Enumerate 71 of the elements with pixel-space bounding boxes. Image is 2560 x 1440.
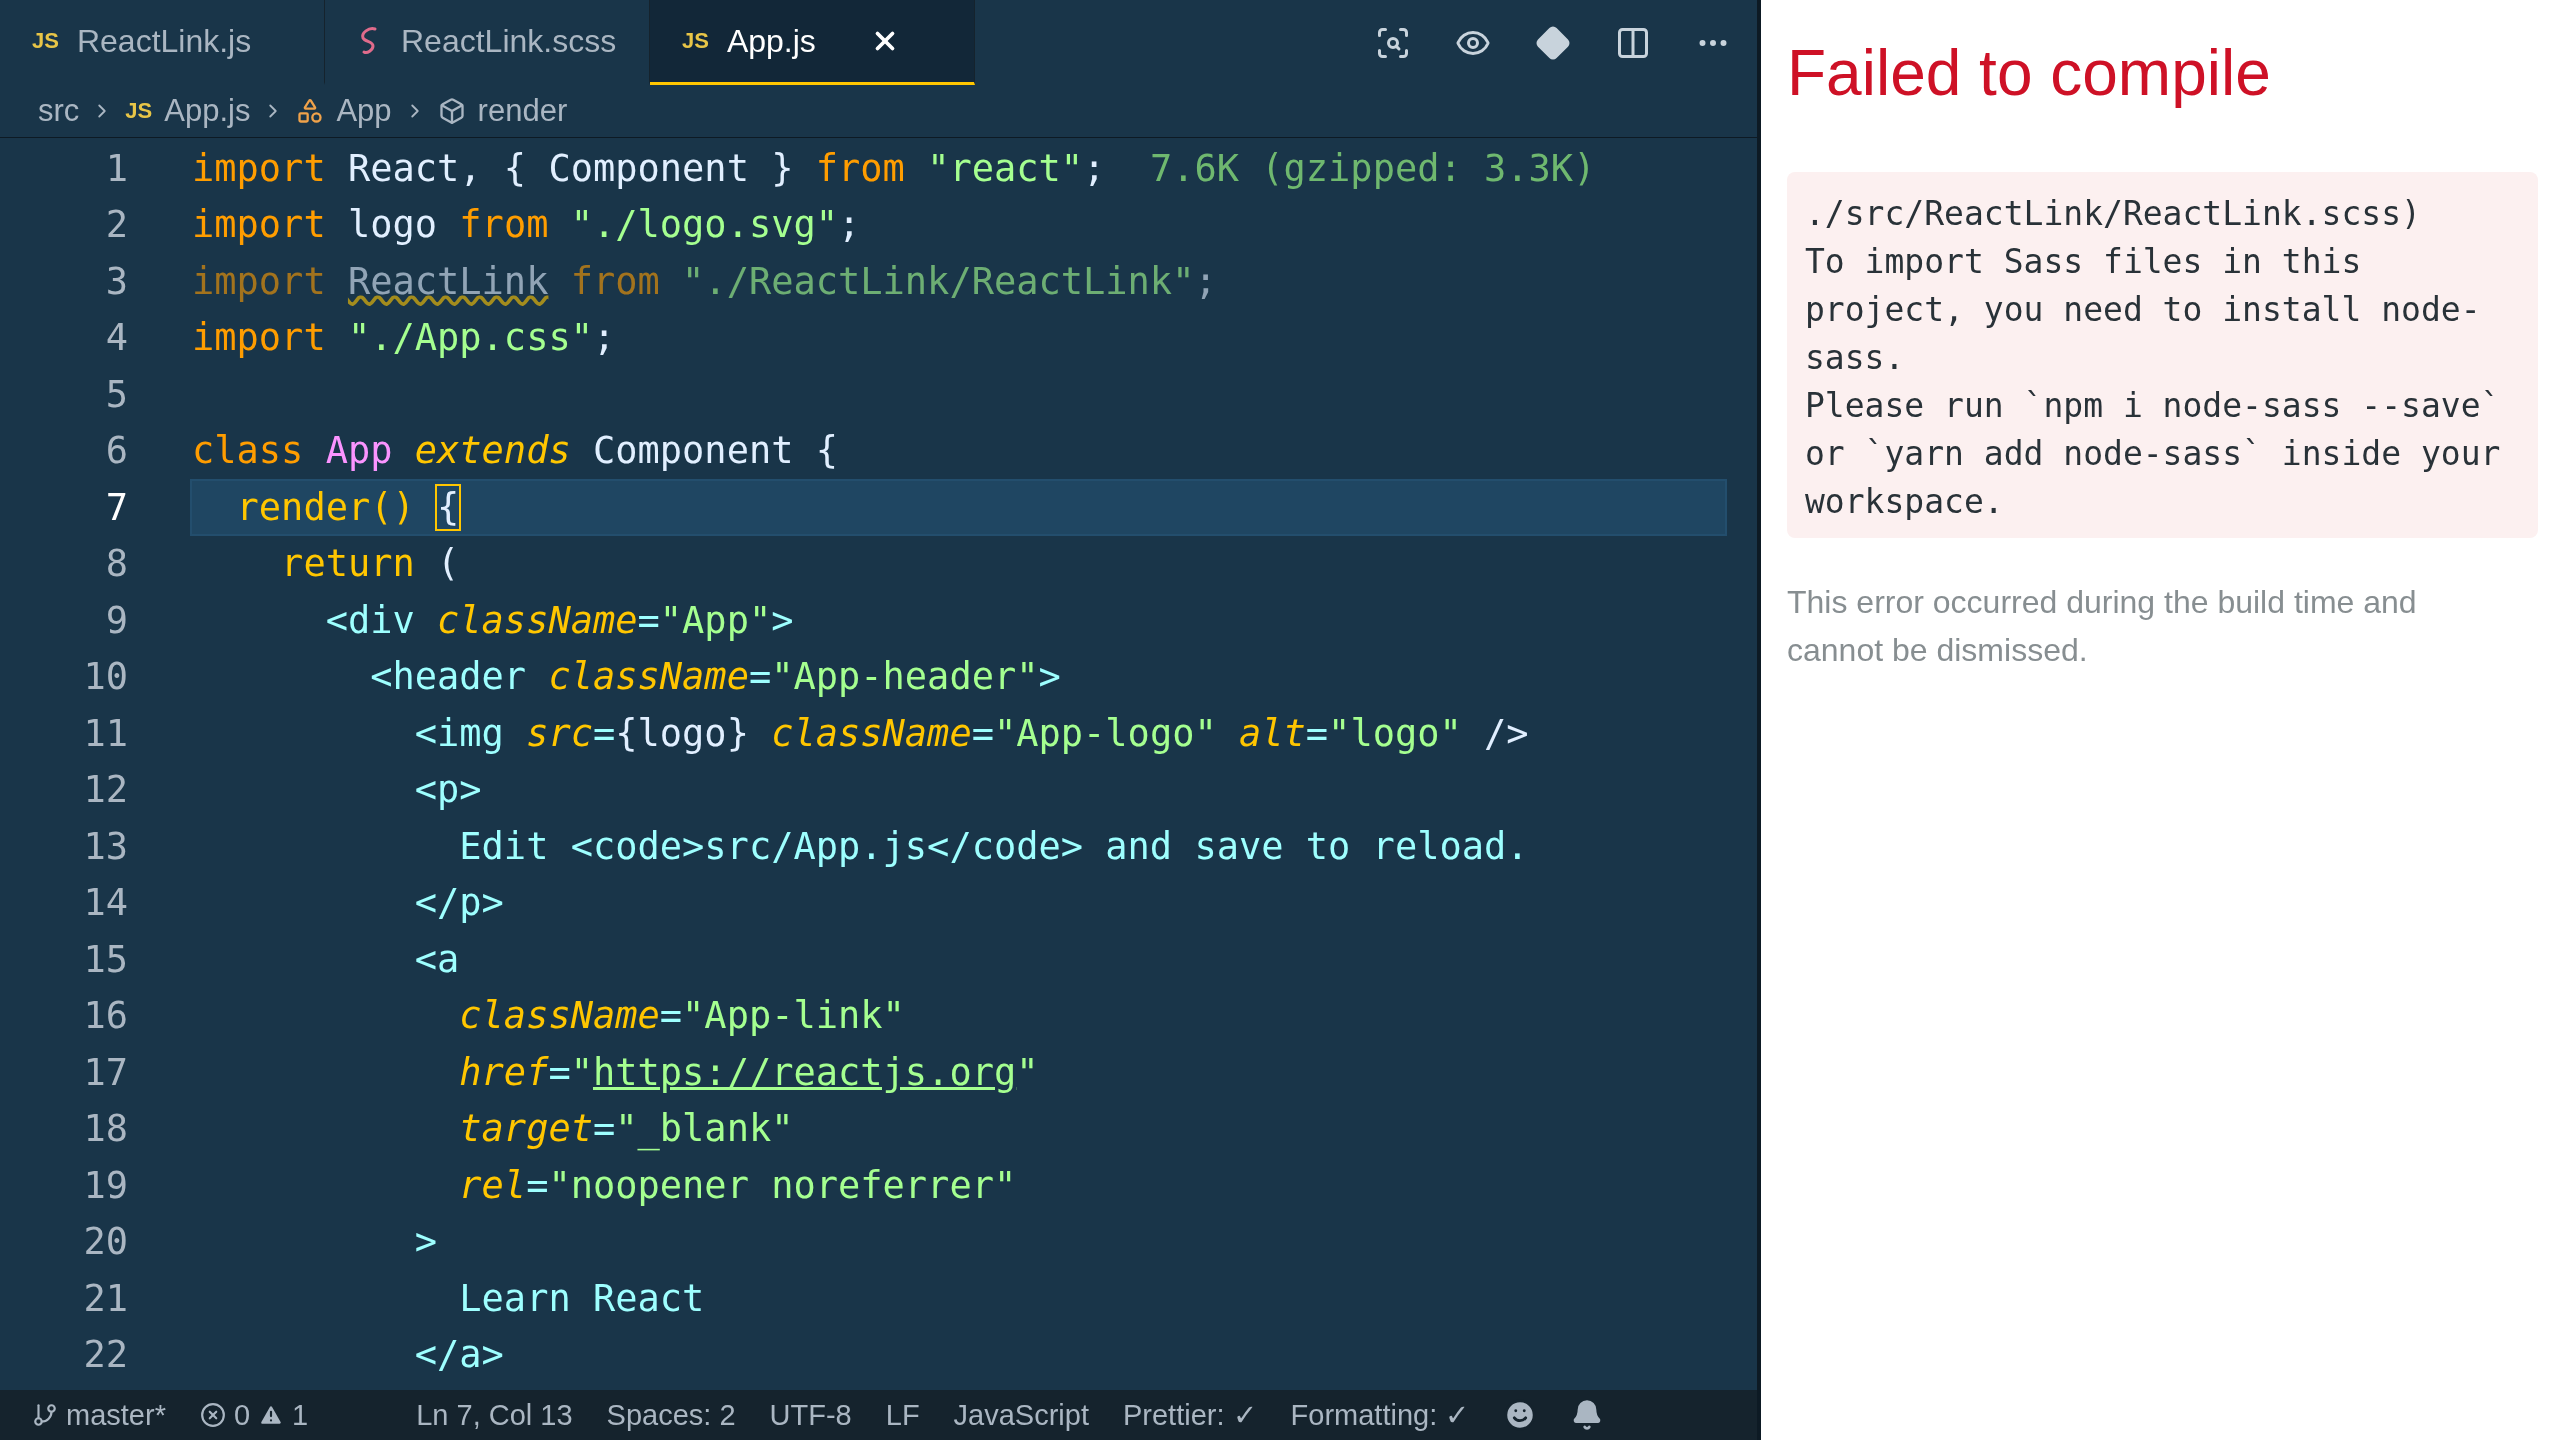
branch-name[interactable]: master* <box>66 1398 166 1432</box>
js-icon: JS <box>682 28 709 54</box>
line-number: 3 <box>104 259 128 303</box>
code-line: target="_blank" <box>458 1106 795 1153</box>
cube-icon <box>437 97 466 125</box>
js-icon: JS <box>125 98 153 124</box>
status-item[interactable]: JavaScript <box>953 1398 1089 1432</box>
line-number: 4 <box>104 316 128 360</box>
code-line: > <box>413 1219 439 1266</box>
code-line: <img src={logo} className="App-logo" alt="logo" /> <box>413 710 1530 757</box>
error-message: ./src/ReactLink/ReactLink.scss) To import Sass files in this project, you need to install node-sass. Please run `npm i node-sass --save` or `yarn add node-sass` inside your workspace. <box>1787 172 2538 538</box>
status-item[interactable]: Formatting: ✓ <box>1290 1398 1470 1432</box>
error-note: This error occurred during the build time and cannot be dismissed. <box>1787 583 2418 670</box>
code-line: </p> <box>413 880 505 927</box>
line-number: 2 <box>104 203 128 247</box>
code-line: return ( <box>280 541 461 588</box>
code-line: rel="noopener noreferrer" <box>458 1162 1018 1209</box>
js-icon: JS <box>32 28 59 54</box>
line-number: 1 <box>104 146 128 190</box>
status-item[interactable]: Ln 7, Col 13 <box>416 1398 573 1432</box>
status-item[interactable]: LF <box>885 1398 920 1432</box>
status-item[interactable]: UTF-8 <box>769 1398 852 1432</box>
status-item[interactable]: Prettier: ✓ <box>1123 1398 1257 1432</box>
line-number: 22 <box>82 1333 128 1377</box>
line-number: 6 <box>104 429 128 473</box>
code-line: <a <box>413 936 461 983</box>
line-number: 7 <box>104 485 128 529</box>
line-number: 18 <box>82 1107 128 1151</box>
warning-count[interactable]: 1 <box>292 1398 309 1432</box>
line-number: 20 <box>82 1220 128 1264</box>
code-line: <div className="App"> <box>324 597 795 644</box>
status-item[interactable]: Spaces: 2 <box>606 1398 736 1432</box>
code-line: Learn React <box>458 1275 706 1322</box>
breadcrumb-item[interactable]: App.js <box>164 93 251 129</box>
tab-label: ReactLink.js <box>76 22 252 60</box>
breadcrumb-item[interactable]: App <box>336 93 392 129</box>
breadcrumb-item[interactable]: render <box>477 93 568 129</box>
line-number: 13 <box>82 824 128 868</box>
error-title: Failed to compile <box>1787 36 2272 110</box>
line-number: 16 <box>82 994 128 1038</box>
line-number: 15 <box>82 937 128 981</box>
line-number: 12 <box>82 768 128 812</box>
class-icon <box>296 97 325 125</box>
branch-icon <box>32 1402 58 1428</box>
code-line: class App extends Component { <box>191 428 840 475</box>
code-line: import logo from "./logo.svg"; <box>191 202 862 249</box>
line-number: 5 <box>104 372 128 416</box>
diamond-icon[interactable] <box>1535 24 1571 61</box>
line-number: 11 <box>82 711 128 755</box>
code-line: className="App-link" <box>458 993 906 1040</box>
line-number: 14 <box>82 881 128 925</box>
line-number: 9 <box>104 598 128 642</box>
breadcrumb-item[interactable]: src <box>38 93 80 129</box>
code-line: import React, { Component } from "react"; 7.6K (gzipped: 3.3K) <box>191 145 1597 192</box>
tab-label: App.js <box>726 22 816 60</box>
code-line: <p> <box>413 767 483 814</box>
code-line: <header className="App-header"> <box>369 654 1062 701</box>
line-number: 17 <box>82 1050 128 1094</box>
error-icon <box>199 1402 226 1428</box>
line-number: 21 <box>82 1276 128 1320</box>
error-count[interactable]: 0 <box>233 1398 251 1432</box>
tab-label: ReactLink.scss <box>401 22 617 60</box>
line-number: 19 <box>82 1163 128 1207</box>
code-line: </a> <box>413 1332 505 1379</box>
code-line: href="https://reactjs.org" <box>458 1049 1040 1096</box>
line-number: 10 <box>82 655 128 699</box>
editor-tab[interactable]: JS App.js <box>650 0 975 85</box>
code-line: Edit <code>src/App.js</code> and save to reload. <box>458 823 1530 870</box>
code-line: import ReactLink from "./ReactLink/ReactLink"; <box>191 258 1218 305</box>
line-number: 8 <box>104 542 128 586</box>
code-line: import "./App.css"; <box>191 315 617 362</box>
